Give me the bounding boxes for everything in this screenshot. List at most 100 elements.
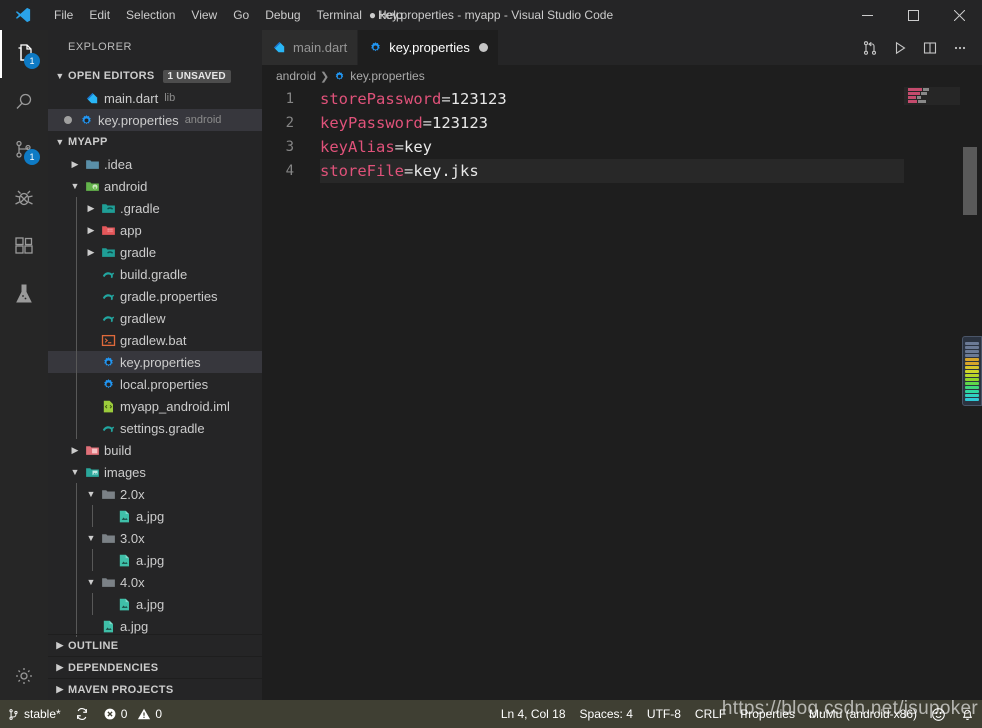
tree-folder-row[interactable]: ▼ 3.0x: [48, 527, 262, 549]
status-branch[interactable]: stable*: [0, 700, 68, 728]
tree-file-row[interactable]: key.properties: [48, 351, 262, 373]
indent-guide: [76, 329, 77, 351]
color-strip-row: [965, 381, 979, 385]
chevron-right-icon[interactable]: ▶: [84, 225, 98, 236]
scrollbar-thumb[interactable]: [963, 147, 977, 215]
activity-debug[interactable]: [0, 174, 48, 222]
section-open-editors[interactable]: ▼ OPEN EDITORS 1 UNSAVED: [48, 65, 262, 87]
code-line[interactable]: 2 keyPassword=123123: [262, 111, 982, 135]
menu-selection[interactable]: Selection: [118, 0, 183, 30]
tree-file-row[interactable]: a.jpg: [48, 593, 262, 615]
tree-folder-row[interactable]: ▼ 2.0x: [48, 483, 262, 505]
tree-folder-row[interactable]: ▼ android: [48, 175, 262, 197]
chevron-right-icon[interactable]: ▶: [84, 247, 98, 258]
ellipsis-icon[interactable]: [946, 34, 974, 62]
activity-bar-bottom: [0, 652, 48, 700]
activity-bar: 1 1: [0, 30, 48, 700]
split-icon[interactable]: [916, 34, 944, 62]
breadcrumb-file[interactable]: key.properties: [333, 69, 425, 83]
dart-icon: [272, 40, 287, 55]
close-button[interactable]: [936, 0, 982, 30]
tree-file-row[interactable]: settings.gradle: [48, 417, 262, 439]
chevron-right-icon[interactable]: ▶: [84, 203, 98, 214]
status-sync[interactable]: [68, 700, 96, 728]
code-line[interactable]: 1 storePassword=123123: [262, 87, 982, 111]
code-editor[interactable]: 1 storePassword=123123 2 keyPassword=123123…: [262, 87, 982, 700]
tree-folder-row[interactable]: ▼ 4.0x: [48, 571, 262, 593]
tree-folder-row[interactable]: ▶ .gradle: [48, 197, 262, 219]
tab-dirty-icon[interactable]: [478, 43, 488, 52]
tree-folder-row[interactable]: ▶ gradle: [48, 241, 262, 263]
open-changes-icon[interactable]: [856, 34, 884, 62]
status-language-mode[interactable]: Properties: [733, 700, 802, 728]
chevron-down-icon[interactable]: ▼: [84, 577, 98, 587]
code-line[interactable]: 3 keyAlias=key: [262, 135, 982, 159]
tree-folder-row[interactable]: ▶ build: [48, 439, 262, 461]
status-encoding[interactable]: UTF-8: [640, 700, 688, 728]
chevron-right-icon[interactable]: ▶: [68, 445, 82, 456]
minimap-value-block: [922, 87, 929, 91]
chevron-down-icon[interactable]: ▼: [84, 533, 98, 543]
status-feedback[interactable]: [924, 700, 953, 728]
section-project-root[interactable]: ▼ MYAPP: [48, 131, 262, 153]
status-indentation[interactable]: Spaces: 4: [573, 700, 640, 728]
maximize-button[interactable]: [890, 0, 936, 30]
menu-go-label: Go: [233, 8, 250, 22]
tree-file-row[interactable]: a.jpg: [48, 505, 262, 527]
tab-key-properties[interactable]: key.properties: [358, 30, 499, 65]
color-strip-widget[interactable]: [962, 336, 982, 406]
status-cursor-position[interactable]: Ln 4, Col 18: [494, 700, 573, 728]
status-eol[interactable]: CRLF: [688, 700, 733, 728]
open-editor-main-dart[interactable]: main.dart lib: [48, 87, 262, 109]
menu-go[interactable]: Go: [225, 0, 257, 30]
tree-file-row[interactable]: myapp_android.iml: [48, 395, 262, 417]
status-problems[interactable]: 0 0: [96, 700, 169, 728]
breadcrumb-folder-label: android: [276, 69, 317, 83]
tree-file-row[interactable]: gradlew.bat: [48, 329, 262, 351]
line-number: 4: [285, 163, 294, 179]
chevron-down-icon[interactable]: ▼: [84, 489, 98, 499]
status-notifications[interactable]: [953, 700, 982, 728]
menu-file[interactable]: File: [46, 0, 81, 30]
activity-search[interactable]: [0, 78, 48, 126]
tree-folder-row[interactable]: ▼ images: [48, 461, 262, 483]
section-outline[interactable]: ▶ OUTLINE: [48, 634, 262, 656]
code-line[interactable]: 4 storeFile=key.jks: [262, 159, 982, 183]
menu-help[interactable]: Help: [370, 0, 411, 30]
tree-file-row[interactable]: gradle.properties: [48, 285, 262, 307]
section-dependencies[interactable]: ▶ DEPENDENCIES: [48, 656, 262, 678]
play-icon[interactable]: [886, 34, 914, 62]
manage-settings[interactable]: [0, 652, 48, 700]
chevron-right-icon: ▶: [56, 684, 64, 694]
property-separator: =: [404, 162, 414, 180]
tree-file-row[interactable]: gradlew: [48, 307, 262, 329]
menu-terminal[interactable]: Terminal: [309, 0, 370, 30]
menu-view[interactable]: View: [183, 0, 225, 30]
minimap[interactable]: [904, 87, 960, 700]
indent-guide: [76, 549, 77, 571]
tree-folder-row[interactable]: ▶ app: [48, 219, 262, 241]
chevron-down-icon[interactable]: ▼: [68, 467, 82, 477]
status-device-selector[interactable]: MuMu (android-x86): [802, 700, 924, 728]
code-text: keyAlias=key: [308, 138, 432, 156]
tree-file-row[interactable]: build.gradle: [48, 263, 262, 285]
open-editor-key-properties[interactable]: key.properties android: [48, 109, 262, 131]
activity-testing[interactable]: [0, 270, 48, 318]
menu-debug[interactable]: Debug: [257, 0, 308, 30]
menu-edit[interactable]: Edit: [81, 0, 118, 30]
chevron-down-icon[interactable]: ▼: [68, 181, 82, 191]
activity-source-control[interactable]: 1: [0, 126, 48, 174]
tree-file-row[interactable]: a.jpg: [48, 549, 262, 571]
code-text: keyPassword=123123: [308, 114, 488, 132]
tree-folder-row[interactable]: ▶ .idea: [48, 153, 262, 175]
tab-main-dart[interactable]: main.dart: [262, 30, 359, 65]
breadcrumb-folder[interactable]: android: [276, 69, 316, 83]
chevron-right-icon[interactable]: ▶: [68, 159, 82, 170]
minimize-button[interactable]: [844, 0, 890, 30]
activity-extensions[interactable]: [0, 222, 48, 270]
activity-explorer[interactable]: 1: [0, 30, 48, 78]
tree-file-row[interactable]: local.properties: [48, 373, 262, 395]
indent-guide: [76, 395, 77, 417]
section-maven-projects[interactable]: ▶ MAVEN PROJECTS: [48, 678, 262, 700]
